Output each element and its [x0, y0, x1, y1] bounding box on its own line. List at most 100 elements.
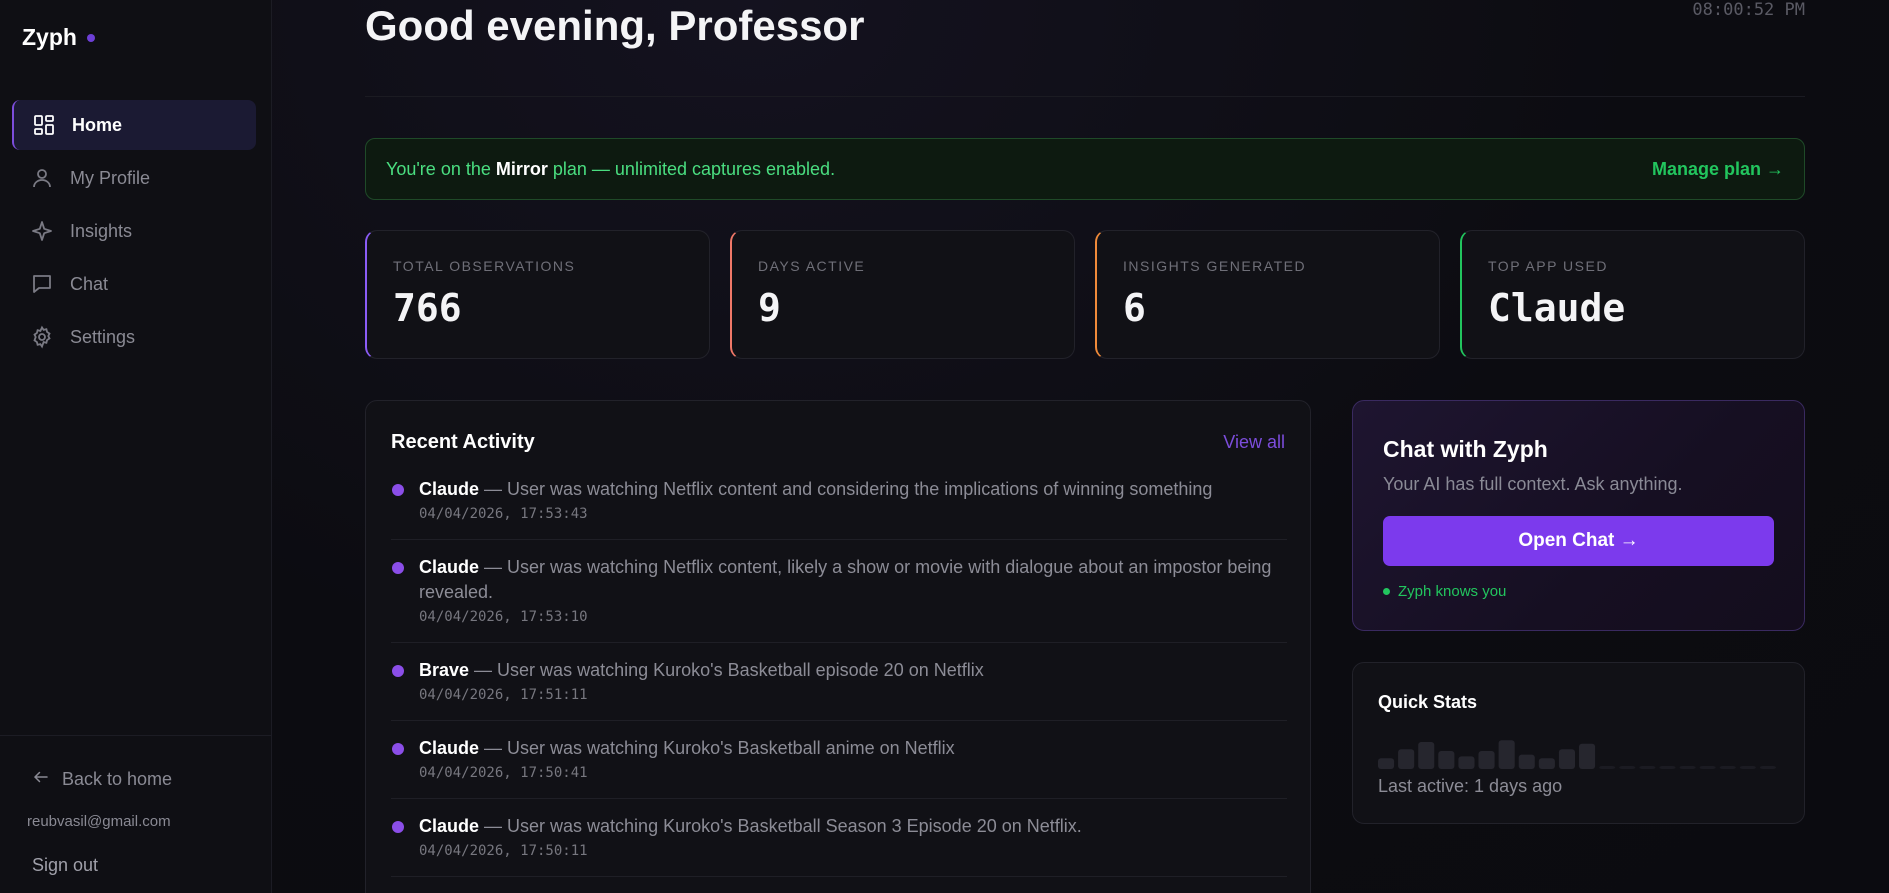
plan-suffix: plan — unlimited captures enabled.	[547, 158, 836, 179]
stat-label: DAYS ACTIVE	[758, 258, 866, 274]
sidebar-item-label: Home	[72, 114, 123, 135]
activity-list: Claude — User was watching Netflix conte…	[391, 477, 1287, 877]
recent-activity-panel: Recent Activity View all Claude — User w…	[365, 400, 1311, 893]
grid-icon	[32, 113, 56, 137]
sparkle-icon	[30, 219, 54, 243]
activity-bar	[1759, 766, 1776, 769]
clock: 08:00:52 PM	[1692, 0, 1805, 20]
activity-bar	[1478, 751, 1495, 769]
activity-bar	[1438, 751, 1455, 769]
last-active-text: Last active: 1 days ago	[1378, 776, 1563, 796]
activity-bar	[1679, 766, 1696, 769]
activity-bar	[1558, 749, 1575, 769]
quick-stats-card: Quick Stats Last active: 1 days ago	[1352, 662, 1805, 824]
activity-item[interactable]: Claude — User was watching Netflix conte…	[391, 477, 1287, 540]
sidebar-divider	[0, 735, 271, 736]
stat-value: 766	[393, 286, 462, 330]
gear-icon	[30, 325, 54, 349]
activity-text: Claude — User was watching Netflix conte…	[419, 477, 1287, 502]
activity-description: — User was watching Kuroko's Basketball …	[479, 816, 1082, 836]
plan-text: You're on the Mirror plan — unlimited ca…	[386, 159, 835, 180]
activity-bar	[1719, 766, 1736, 769]
stat-label: TOP APP USED	[1488, 258, 1608, 274]
sidebar-item-settings[interactable]: Settings	[12, 312, 256, 362]
activity-app: Claude	[419, 479, 480, 499]
activity-bar	[1518, 754, 1535, 769]
stat-card-insights-generated: INSIGHTS GENERATED 6	[1095, 230, 1440, 359]
back-to-home-label: Back to home	[62, 769, 173, 789]
brand-name: Zyph	[22, 24, 77, 50]
header-divider	[365, 96, 1805, 97]
status-dot-icon	[1383, 588, 1390, 595]
stat-card-total-observations: TOTAL OBSERVATIONS 766	[365, 230, 710, 359]
activity-description: — User was watching Netflix content, lik…	[419, 557, 1272, 602]
activity-bar	[1699, 766, 1716, 769]
stat-label: INSIGHTS GENERATED	[1123, 258, 1307, 274]
plan-name: Mirror	[495, 158, 548, 179]
activity-dot-icon	[392, 665, 404, 677]
sidebar-item-my-profile[interactable]: My Profile	[12, 153, 256, 203]
activity-bar	[1418, 742, 1435, 769]
activity-description: — User was watching Netflix content and …	[479, 479, 1213, 499]
sidebar: Zyph Home My Profile Insights Chat Setti…	[0, 0, 272, 893]
chat-card-subtitle: Your AI has full context. Ask anything.	[1383, 474, 1683, 494]
sidebar-item-label: Settings	[70, 326, 136, 347]
sidebar-item-home[interactable]: Home	[12, 100, 256, 150]
chat-with-zyph-card: Chat with Zyph Your AI has full context.…	[1352, 400, 1805, 631]
activity-timestamp: 04/04/2026, 17:50:41	[419, 765, 588, 781]
stat-value: 9	[758, 286, 781, 330]
activity-text: Claude — User was watching Kuroko's Bask…	[419, 814, 1287, 839]
back-to-home-link[interactable]: Back to home	[32, 768, 172, 791]
main-content: Good evening, Professor 08:00:52 PM You'…	[272, 0, 1889, 893]
activity-bar	[1538, 758, 1555, 769]
open-chat-button[interactable]: Open Chat →	[1383, 516, 1774, 566]
activity-bar	[1659, 766, 1676, 769]
brand-dot-icon	[86, 33, 95, 42]
sidebar-item-label: Chat	[70, 273, 109, 294]
plan-banner: You're on the Mirror plan — unlimited ca…	[365, 138, 1805, 200]
activity-bar	[1739, 766, 1756, 769]
activity-bar	[1378, 758, 1395, 769]
activity-item[interactable]: Claude — User was watching Kuroko's Bask…	[391, 799, 1287, 877]
sidebar-item-chat[interactable]: Chat	[12, 259, 256, 309]
activity-item[interactable]: Brave — User was watching Kuroko's Baske…	[391, 643, 1287, 721]
zyph-status-label: Zyph knows you	[1398, 583, 1507, 600]
stat-card-days-active: DAYS ACTIVE 9	[730, 230, 1075, 359]
activity-bar	[1579, 743, 1596, 769]
brand[interactable]: Zyph	[22, 24, 95, 51]
activity-description: — User was watching Kuroko's Basketball …	[469, 660, 984, 680]
activity-bar	[1398, 749, 1415, 769]
activity-timestamp: 04/04/2026, 17:50:11	[419, 843, 588, 859]
view-all-link[interactable]: View all	[1223, 432, 1285, 453]
stat-value: 6	[1123, 286, 1146, 330]
stat-label: TOTAL OBSERVATIONS	[393, 258, 576, 274]
plan-prefix: You're on the	[386, 158, 496, 179]
sidebar-item-label: My Profile	[70, 167, 151, 188]
activity-item[interactable]: Claude — User was watching Kuroko's Bask…	[391, 721, 1287, 799]
sidebar-item-insights[interactable]: Insights	[12, 206, 256, 256]
sign-out-button[interactable]: Sign out	[32, 855, 98, 876]
activity-timestamp: 04/04/2026, 17:53:43	[419, 506, 588, 522]
activity-bar	[1599, 766, 1616, 769]
arrow-left-icon	[32, 768, 50, 791]
manage-plan-link[interactable]: Manage plan →	[1652, 159, 1784, 180]
activity-description: — User was watching Kuroko's Basketball …	[479, 738, 955, 758]
activity-app: Claude	[419, 738, 480, 758]
activity-text: Claude — User was watching Kuroko's Bask…	[419, 736, 1287, 761]
activity-timestamp: 04/04/2026, 17:53:10	[419, 609, 588, 625]
activity-dot-icon	[392, 484, 404, 496]
activity-bar	[1498, 740, 1515, 769]
sidebar-item-label: Insights	[70, 220, 133, 241]
activity-timestamp: 04/04/2026, 17:51:11	[419, 687, 588, 703]
activity-item[interactable]: Claude — User was watching Netflix conte…	[391, 540, 1287, 643]
activity-dot-icon	[392, 821, 404, 833]
activity-bar	[1639, 766, 1656, 769]
activity-app: Brave	[419, 660, 470, 680]
page-title: Good evening, Professor	[365, 2, 865, 49]
stat-value: Claude	[1488, 286, 1626, 330]
quick-stats-title: Quick Stats	[1378, 692, 1478, 712]
activity-text: Brave — User was watching Kuroko's Baske…	[419, 658, 1287, 683]
activity-bar	[1619, 766, 1636, 769]
activity-sparkline	[1378, 740, 1776, 769]
activity-bar	[1458, 756, 1475, 769]
